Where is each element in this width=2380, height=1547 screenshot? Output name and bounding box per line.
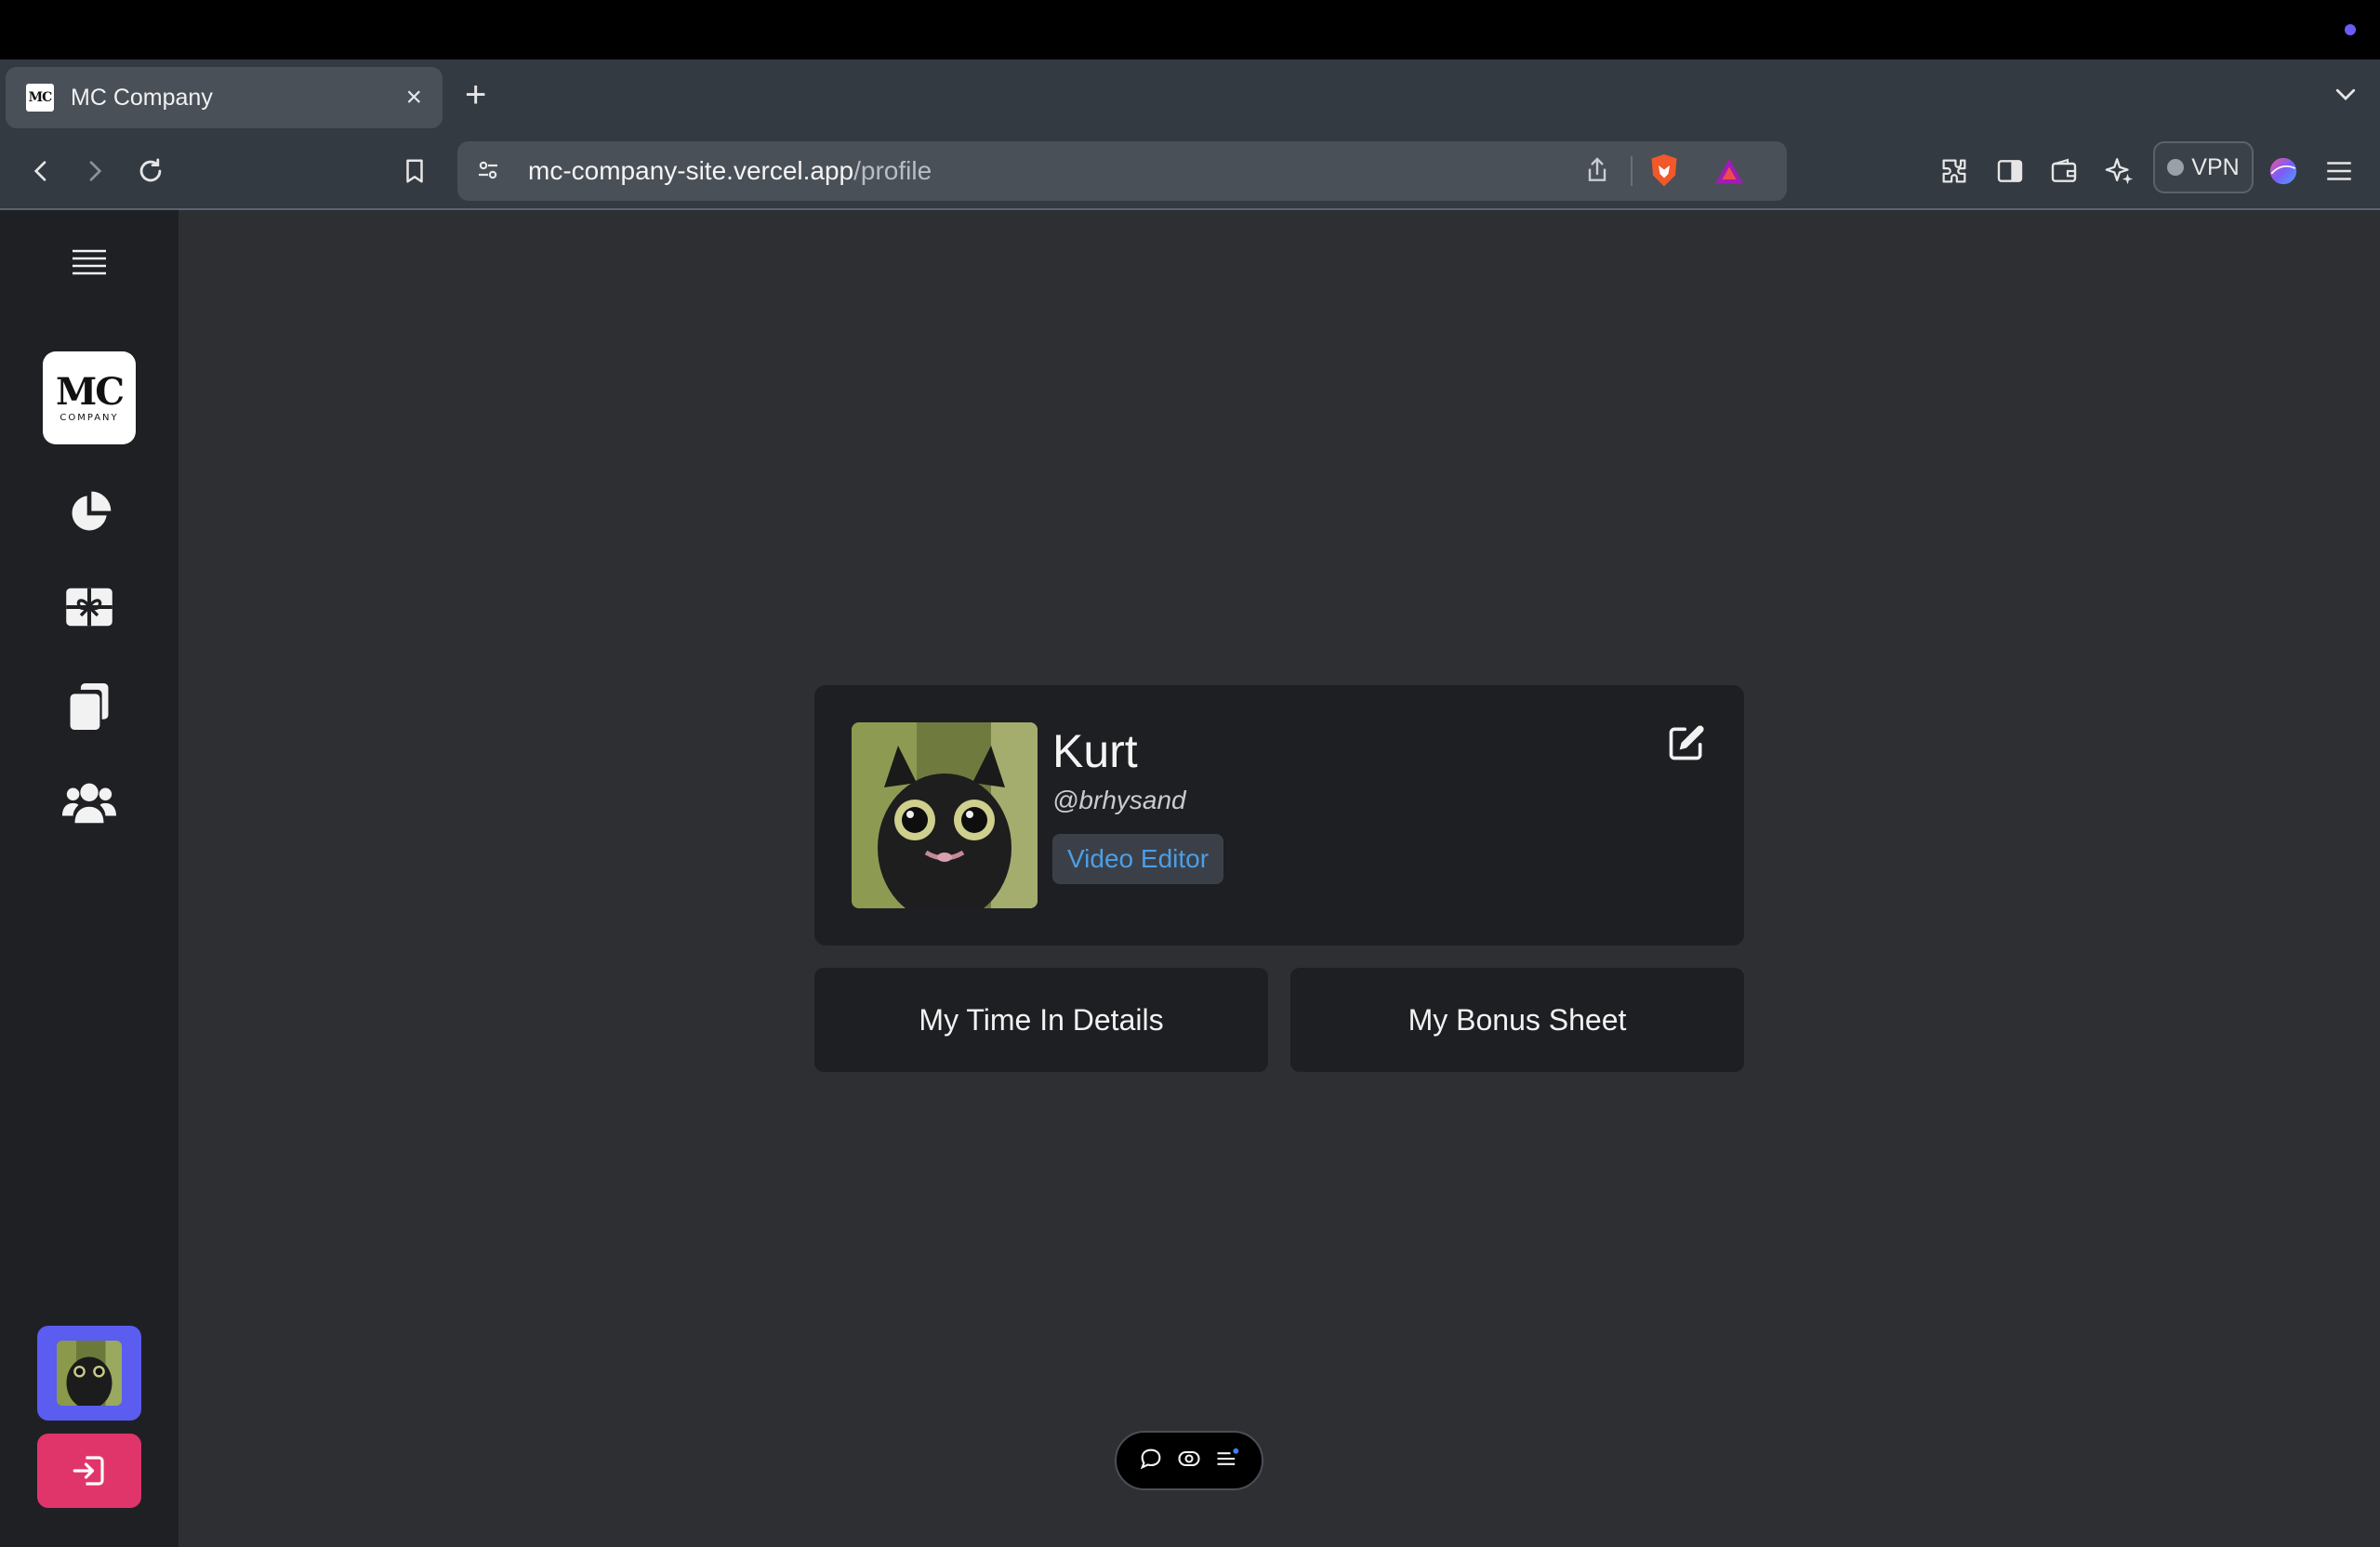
chevron-down-icon[interactable] (2332, 80, 2360, 112)
url-path: /profile (853, 156, 932, 185)
extensions-icon[interactable] (1934, 151, 1975, 192)
bookmark-icon[interactable] (394, 151, 435, 192)
tab-title: MC Company (71, 84, 213, 111)
comment-icon[interactable] (1138, 1446, 1164, 1476)
profile-avatar-image (852, 722, 1038, 908)
logo-main-text: MC (55, 369, 125, 414)
role-badge: Video Editor (1052, 834, 1224, 884)
profile-name: Kurt (1052, 725, 1138, 777)
vpn-status-icon (2167, 159, 2185, 176)
brave-shields-icon[interactable] (1647, 152, 1681, 194)
back-icon[interactable] (20, 151, 61, 192)
share-icon[interactable] (1582, 154, 1612, 191)
pie-chart-icon[interactable] (0, 487, 178, 539)
app-sidebar: MC COMPANY (0, 210, 178, 1547)
users-icon[interactable] (0, 779, 178, 824)
avatar-image (57, 1341, 122, 1406)
url-host: mc-company-site.vercel.app (528, 156, 854, 185)
browser-toolbar: mc-company-site.vercel.app/profile VPN (0, 134, 2380, 210)
system-top-bar (0, 0, 2380, 60)
vpn-button[interactable]: VPN (2153, 141, 2254, 193)
brave-rewards-icon[interactable] (1712, 154, 1746, 192)
sidebar-logout-button[interactable] (0, 1434, 178, 1508)
copy-icon[interactable] (0, 681, 178, 733)
wallet-icon[interactable] (2043, 151, 2084, 192)
reload-icon[interactable] (130, 151, 171, 192)
vpn-label: VPN (2191, 153, 2240, 180)
site-settings-icon[interactable] (474, 156, 502, 189)
address-bar[interactable]: mc-company-site.vercel.app/profile (457, 141, 1787, 201)
profile-icon[interactable] (2263, 151, 2304, 192)
bonus-sheet-button[interactable]: My Bonus Sheet (1290, 968, 1744, 1072)
list-menu-icon[interactable] (1214, 1446, 1240, 1476)
divider (1631, 156, 1633, 186)
status-dot (2345, 24, 2356, 35)
eye-icon[interactable] (1176, 1446, 1202, 1476)
new-tab-button[interactable]: + (465, 76, 486, 113)
url-text: mc-company-site.vercel.app/profile (528, 156, 932, 186)
logo-sub-text: COMPANY (60, 412, 119, 423)
sidebar-logo[interactable]: MC COMPANY (0, 351, 178, 444)
browser-tab[interactable]: MC MC Company × (6, 67, 443, 128)
floating-toolbar (1115, 1431, 1263, 1490)
tab-favicon: MC (26, 84, 54, 112)
sidebar-menu-icon[interactable] (0, 247, 178, 279)
profile-card: Kurt @brhysand Video Editor (814, 685, 1744, 945)
tab-strip: MC MC Company × + (0, 60, 2380, 134)
hamburger-menu-icon[interactable] (2319, 151, 2360, 192)
profile-handle: @brhysand (1052, 786, 1186, 814)
sidebar-toggle-icon[interactable] (1990, 151, 2030, 192)
avatar (37, 1326, 141, 1421)
company-logo: MC COMPANY (43, 351, 136, 444)
tab-close-button[interactable]: × (405, 84, 422, 112)
logout-icon (37, 1434, 141, 1508)
time-details-button[interactable]: My Time In Details (814, 968, 1268, 1072)
sidebar-profile-button[interactable] (0, 1326, 178, 1421)
leo-ai-icon[interactable] (2099, 151, 2140, 192)
gift-icon[interactable] (0, 584, 178, 630)
edit-icon[interactable] (1666, 722, 1707, 768)
forward-icon[interactable] (74, 151, 115, 192)
